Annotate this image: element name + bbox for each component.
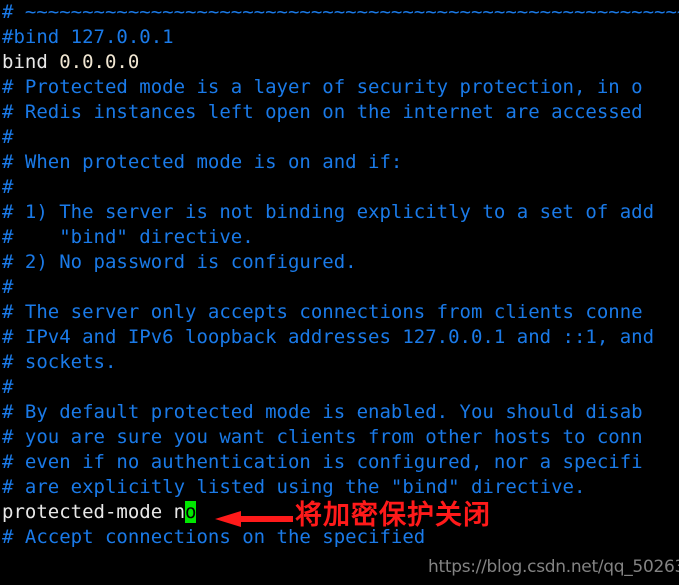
terminal-line: # [0,375,679,400]
terminal-line-text: # sockets. [2,351,117,373]
terminal-line-text: # even if no authentication is configure… [2,451,643,473]
terminal-line: # sockets. [0,350,679,375]
terminal-line-text: # The server only accepts connections fr… [2,301,643,323]
text-cursor[interactable]: o [185,501,197,523]
terminal-line: #bind 127.0.0.1 [0,25,679,50]
terminal-line-text: # Protected mode is a layer of security … [2,76,643,98]
terminal-line-text: #bind 127.0.0.1 [2,26,174,48]
terminal-line-text: # Redis instances left open on the inter… [2,101,643,123]
terminal-line-text: # When protected mode is on and if: [2,151,403,173]
terminal-line: # When protected mode is on and if: [0,150,679,175]
terminal-line-text: # are explicitly listed using the "bind"… [2,476,586,498]
terminal-line-text: protected-mode n [2,501,186,523]
terminal-line: # ~~~~~~~~~~~~~~~~~~~~~~~~~~~~~~~~~~~~~~… [0,0,679,25]
terminal-line-text: # [2,376,14,398]
terminal-line: # [0,175,679,200]
terminal-line: # Redis instances left open on the inter… [0,100,679,125]
terminal-line-text: # "bind" directive. [2,226,254,248]
terminal-line: # The server only accepts connections fr… [0,300,679,325]
terminal-line: # IPv4 and IPv6 loopback addresses 127.0… [0,325,679,350]
terminal-line: bind 0.0.0.0 [0,50,679,75]
terminal-line-text: bind [2,51,60,73]
terminal-line-text: # By default protected mode is enabled. … [2,401,643,423]
terminal-line: # By default protected mode is enabled. … [0,400,679,425]
terminal-line: # [0,125,679,150]
terminal-text-area[interactable]: # ~~~~~~~~~~~~~~~~~~~~~~~~~~~~~~~~~~~~~~… [0,0,679,585]
terminal-screenshot: # ~~~~~~~~~~~~~~~~~~~~~~~~~~~~~~~~~~~~~~… [0,0,679,585]
terminal-line-text: # [2,176,14,198]
csdn-watermark: https://blog.csdn.net/qq_50263472 [428,557,679,577]
terminal-line-text: # [2,126,14,148]
terminal-line-text: # 2) No password is configured. [2,251,357,273]
terminal-line-text: # ~~~~~~~~~~~~~~~~~~~~~~~~~~~~~~~~~~~~~~… [2,1,679,23]
terminal-line: # 1) The server is not binding explicitl… [0,200,679,225]
terminal-line: # Protected mode is a layer of security … [0,75,679,100]
terminal-line-text: # [2,276,14,298]
terminal-line: # even if no authentication is configure… [0,450,679,475]
terminal-line: # "bind" directive. [0,225,679,250]
terminal-line-text: # IPv4 and IPv6 loopback addresses 127.0… [2,326,655,348]
terminal-line-text: # 1) The server is not binding explicitl… [2,201,655,223]
config-value: 0.0.0.0 [59,51,140,73]
annotation-note-text: 将加密保护关闭 [295,500,491,531]
terminal-line: # 2) No password is configured. [0,250,679,275]
terminal-line-text: # you are sure you want clients from oth… [2,426,643,448]
terminal-line: # are explicitly listed using the "bind"… [0,475,679,500]
terminal-line: # [0,275,679,300]
terminal-line: # you are sure you want clients from oth… [0,425,679,450]
